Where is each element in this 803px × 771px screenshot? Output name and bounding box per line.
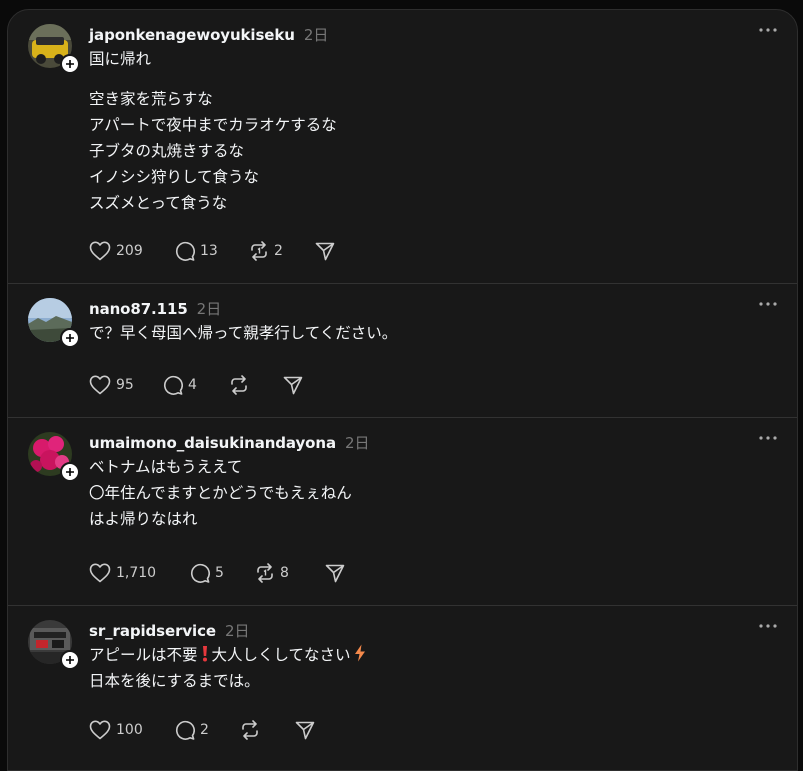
share-button[interactable] <box>283 373 303 397</box>
comment-count: 13 <box>200 243 218 259</box>
post-text-line: スズメとって食うな <box>89 194 228 212</box>
post-text-line: 空き家を荒らすな <box>89 90 213 108</box>
timestamp[interactable]: 2日 <box>225 620 250 641</box>
comment-count: 4 <box>188 377 197 393</box>
timestamp[interactable]: 2日 <box>304 24 329 45</box>
comment-button[interactable]: 2 <box>175 718 240 742</box>
post-text-line: 子ブタの丸焼きするな <box>89 142 245 160</box>
post-text-line: で？早く母国へ帰って親孝行してください。 <box>89 324 398 342</box>
comment-icon <box>176 241 195 261</box>
post-text-line: アピールは不要 大人しくしてなさい <box>89 642 767 668</box>
username[interactable]: nano87.115 <box>89 300 188 318</box>
post-text-line: イノシシ狩りして食うな <box>89 168 260 186</box>
heart-icon <box>89 241 111 261</box>
like-count: 1,710 <box>116 565 157 581</box>
avatar-container[interactable] <box>28 432 80 482</box>
comment-icon <box>176 720 195 740</box>
send-icon <box>325 564 345 583</box>
repost-button[interactable]: 8 <box>255 561 325 585</box>
repost-icon <box>231 375 247 395</box>
timestamp[interactable]: 2日 <box>345 432 370 453</box>
avatar-container[interactable] <box>28 620 80 670</box>
post-text-segment: アピールは不要 <box>89 646 198 664</box>
post-text-line: ベトナムはもうええて <box>89 458 243 476</box>
repost-button[interactable] <box>229 373 283 397</box>
more-options-icon[interactable] <box>755 618 781 634</box>
like-count: 95 <box>116 377 134 393</box>
comment-count: 5 <box>215 565 224 581</box>
lightning-icon <box>354 644 365 662</box>
heart-icon <box>89 375 111 395</box>
like-count: 209 <box>116 243 143 259</box>
comment-button[interactable]: 4 <box>163 373 229 397</box>
reply-post: nano87.115 2日 で？早く母国へ帰って親孝行してください。 95 4 <box>8 284 797 418</box>
repost-button[interactable]: 2 <box>249 239 315 263</box>
like-button[interactable]: 209 <box>89 239 175 263</box>
thread-panel: japonkenagewoyukiseku 2日 国に帰れ 空き家を荒らすな ア… <box>7 9 798 771</box>
share-button[interactable] <box>295 718 315 742</box>
repost-count: 8 <box>280 565 289 581</box>
like-button[interactable]: 95 <box>89 373 163 397</box>
follow-plus-icon[interactable] <box>60 650 80 670</box>
repost-icon <box>251 241 267 261</box>
comment-button[interactable]: 13 <box>175 239 249 263</box>
comment-icon <box>164 375 183 395</box>
post-text-line: 〇年住んでますとかどうでもえぇねん <box>89 484 352 502</box>
send-icon <box>295 721 315 740</box>
more-options-icon[interactable] <box>755 430 781 446</box>
like-button[interactable]: 1,710 <box>89 561 190 585</box>
like-button[interactable]: 100 <box>89 718 175 742</box>
username[interactable]: umaimono_daisukinandayona <box>89 434 336 452</box>
follow-plus-icon[interactable] <box>60 462 80 482</box>
post-text-segment: 大人しくしてなさい <box>211 646 351 664</box>
post-text-line: 国に帰れ <box>89 50 152 68</box>
follow-plus-icon[interactable] <box>60 54 80 74</box>
comment-count: 2 <box>200 722 209 738</box>
heart-icon <box>89 563 111 583</box>
like-count: 100 <box>116 722 143 738</box>
send-icon <box>315 242 335 261</box>
heart-icon <box>89 720 111 740</box>
username[interactable]: sr_rapidservice <box>89 622 216 640</box>
exclamation-mark-icon <box>202 646 207 662</box>
post-text-line: 日本を後にするまでは。 <box>89 672 260 690</box>
post-text-line: アパートで夜中までカラオケするな <box>89 116 337 134</box>
send-icon <box>283 376 303 395</box>
avatar-container[interactable] <box>28 298 80 348</box>
follow-plus-icon[interactable] <box>60 328 80 348</box>
repost-icon <box>242 720 258 740</box>
share-button[interactable] <box>325 561 345 585</box>
more-options-icon[interactable] <box>755 296 781 312</box>
repost-button[interactable] <box>240 718 295 742</box>
repost-icon <box>257 563 273 583</box>
repost-count: 2 <box>274 243 283 259</box>
reply-post: japonkenagewoyukiseku 2日 国に帰れ 空き家を荒らすな ア… <box>8 10 797 284</box>
share-button[interactable] <box>315 239 335 263</box>
reply-post: umaimono_daisukinandayona 2日 ベトナムはもうええて … <box>8 418 797 606</box>
timestamp[interactable]: 2日 <box>197 298 222 319</box>
avatar-container[interactable] <box>28 24 80 74</box>
comment-button[interactable]: 5 <box>190 561 255 585</box>
reply-post: sr_rapidservice 2日 アピールは不要 大人しくしてなさい 日本を後… <box>8 606 797 770</box>
username[interactable]: japonkenagewoyukiseku <box>89 26 295 44</box>
comment-icon <box>191 563 210 583</box>
post-text-line: はよ帰りなはれ <box>89 510 198 528</box>
more-options-icon[interactable] <box>755 22 781 38</box>
